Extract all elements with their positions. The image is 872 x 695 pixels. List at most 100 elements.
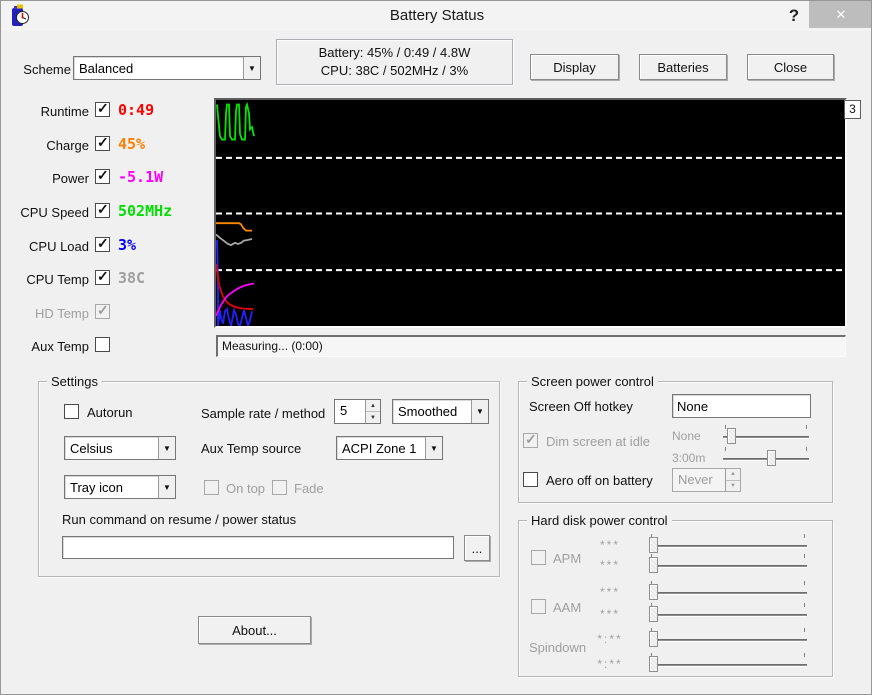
scheme-combo[interactable]: Balanced: [73, 56, 261, 80]
window-close-button[interactable]: ✕: [809, 1, 872, 28]
stat-checkbox-aux-temp[interactable]: [95, 337, 110, 352]
dim-slider-value-label: None: [672, 429, 701, 443]
slider-thumb: [649, 557, 658, 573]
graph-line-charge: [216, 223, 252, 230]
slider-thumb: [649, 537, 658, 553]
run-command-label: Run command on resume / power status: [62, 512, 296, 527]
stat-label-aux-temp: Aux Temp: [1, 339, 89, 354]
dim-screen-label: Dim screen at idle: [546, 434, 650, 449]
stat-label-cpu-load: CPU Load: [1, 239, 89, 254]
spindown-ac-slider: [647, 628, 809, 648]
slider-thumb: [649, 606, 658, 622]
aero-off-label: Aero off on battery: [546, 473, 653, 488]
fade-checkbox: [272, 480, 287, 495]
stat-label-power: Power: [1, 171, 89, 186]
apm-batt-value: ***: [586, 558, 634, 572]
sample-rate-spinner[interactable]: 5: [334, 399, 381, 424]
battery-info-box: Battery: 45% / 0:49 / 4.8W CPU: 38C / 50…: [276, 39, 513, 85]
screen-off-hotkey-input[interactable]: [672, 394, 811, 418]
about-button[interactable]: About...: [198, 616, 311, 644]
idle-time-value-label: 3:00m: [672, 451, 705, 465]
graph-line-cpu-temp: [216, 234, 252, 245]
title-bar: Battery Status ? ✕: [1, 1, 872, 31]
aam-checkbox: [531, 599, 546, 614]
aam-label: AAM: [553, 600, 581, 615]
aux-temp-source-value: ACPI Zone 1: [337, 441, 425, 456]
idle-time-slider: [721, 447, 811, 467]
aero-delay-spinner: Never: [672, 468, 741, 492]
chevron-down-icon[interactable]: [158, 476, 175, 498]
stat-value-charge: 45%: [118, 135, 145, 153]
battery-info-line1: Battery: 45% / 0:49 / 4.8W: [277, 44, 512, 62]
slider-thumb: [649, 656, 658, 672]
graph-line-cpu-load: [217, 240, 252, 326]
stat-value-cpu-temp: 38C: [118, 269, 145, 287]
stat-value-cpu-speed: 502MHz: [118, 202, 172, 220]
spindown-label: Spindown: [529, 640, 586, 655]
autorun-checkbox[interactable]: [64, 404, 79, 419]
history-graph: [214, 98, 847, 328]
autorun-label: Autorun: [87, 405, 133, 420]
aam-ac-slider: [647, 581, 809, 601]
stat-label-cpu-temp: CPU Temp: [1, 272, 89, 287]
help-button[interactable]: ?: [781, 3, 807, 29]
sample-method-combo[interactable]: Smoothed: [392, 399, 489, 424]
stat-checkbox-cpu-load[interactable]: [95, 237, 110, 252]
graph-interval-badge[interactable]: 3: [844, 100, 861, 119]
fade-label: Fade: [294, 481, 324, 496]
apm-checkbox: [531, 550, 546, 565]
aero-delay-value: Never: [673, 469, 725, 491]
stat-label-runtime: Runtime: [1, 104, 89, 119]
stat-label-cpu-speed: CPU Speed: [1, 205, 89, 220]
spindown-ac-value: *:**: [586, 632, 634, 646]
apm-batt-slider: [647, 554, 809, 574]
temperature-unit-value: Celsius: [65, 441, 158, 456]
run-command-input[interactable]: [62, 536, 454, 559]
graph-line-cpu-speed: [217, 105, 254, 140]
scheme-label: Scheme: [19, 62, 71, 77]
batteries-button[interactable]: Batteries: [639, 54, 727, 80]
scheme-combo-value: Balanced: [74, 61, 243, 76]
spindown-batt-value: *:**: [586, 657, 634, 671]
measuring-status-bar: Measuring... (0:00): [216, 335, 846, 357]
slider-thumb: [727, 428, 736, 444]
stat-checkbox-cpu-temp[interactable]: [95, 270, 110, 285]
stat-checkbox-hd-temp: [95, 304, 110, 319]
spin-down-icon[interactable]: [366, 412, 380, 423]
screen-off-hotkey-label: Screen Off hotkey: [529, 399, 633, 414]
close-button[interactable]: Close: [747, 54, 834, 80]
chevron-down-icon[interactable]: [158, 437, 175, 459]
stat-checkbox-cpu-speed[interactable]: [95, 203, 110, 218]
temperature-unit-combo[interactable]: Celsius: [64, 436, 176, 460]
spindown-batt-slider: [647, 653, 809, 673]
battery-status-window: Battery Status ? ✕ Scheme Balanced Batte…: [0, 0, 872, 695]
chevron-down-icon[interactable]: [425, 437, 442, 459]
aux-temp-source-combo[interactable]: ACPI Zone 1: [336, 436, 443, 460]
aam-batt-slider: [647, 603, 809, 623]
stat-checkbox-runtime[interactable]: [95, 102, 110, 117]
screen-power-legend: Screen power control: [527, 374, 658, 389]
spin-up-icon[interactable]: [366, 400, 380, 412]
stat-checkbox-power[interactable]: [95, 169, 110, 184]
stat-checkbox-charge[interactable]: [95, 136, 110, 151]
slider-thumb: [649, 584, 658, 600]
slider-thumb: [767, 450, 776, 466]
browse-button[interactable]: ...: [464, 535, 490, 561]
hard-disk-legend: Hard disk power control: [527, 513, 672, 528]
chevron-down-icon[interactable]: [471, 400, 488, 423]
display-button[interactable]: Display: [530, 54, 619, 80]
chevron-down-icon[interactable]: [243, 57, 260, 79]
apm-label: APM: [553, 551, 581, 566]
aux-temp-source-label: Aux Temp source: [201, 441, 301, 456]
on-top-label: On top: [226, 481, 265, 496]
aero-off-checkbox[interactable]: [523, 472, 538, 487]
graph-canvas: [216, 100, 845, 326]
battery-info-line2: CPU: 38C / 502MHz / 3%: [277, 62, 512, 80]
stat-value-runtime: 0:49: [118, 101, 154, 119]
sample-rate-label: Sample rate / method: [201, 406, 325, 421]
on-top-checkbox: [204, 480, 219, 495]
stat-value-power: -5.1W: [118, 168, 163, 186]
window-title: Battery Status: [1, 7, 872, 24]
apm-ac-value: ***: [586, 538, 634, 552]
tray-icon-combo[interactable]: Tray icon: [64, 475, 176, 499]
